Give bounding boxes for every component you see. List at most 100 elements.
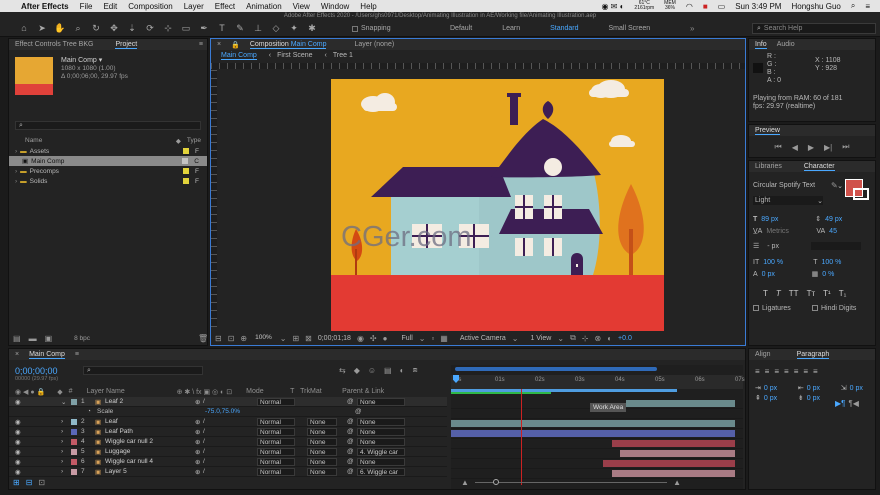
- justify-right-icon[interactable]: ≡: [803, 367, 808, 376]
- zoom-in-icon[interactable]: ▲: [673, 478, 681, 487]
- next-frame-icon[interactable]: ▶|: [824, 143, 832, 152]
- trkmat-dropdown[interactable]: None: [307, 457, 337, 466]
- zoom-slider[interactable]: ▲ ▲: [461, 478, 681, 487]
- faux-bold-icon[interactable]: T: [763, 289, 768, 298]
- indent-left-value[interactable]: 0 px: [764, 385, 798, 392]
- mode-dropdown[interactable]: Normal: [257, 457, 295, 466]
- prev-frame-icon[interactable]: ◀: [792, 143, 798, 152]
- tab-preview[interactable]: Preview: [755, 127, 780, 135]
- snapping-checkbox[interactable]: [352, 25, 358, 32]
- views-dropdown[interactable]: 1 View: [530, 335, 551, 342]
- mode-dropdown[interactable]: Normal: [257, 467, 295, 476]
- font-size-value[interactable]: 89 px: [761, 216, 801, 223]
- menu-layer[interactable]: Layer: [184, 2, 204, 11]
- resolution-dropdown[interactable]: Full: [401, 335, 412, 342]
- temp-readout[interactable]: 61°C 2161rpm: [634, 1, 654, 11]
- parent-dropdown[interactable]: None: [357, 427, 405, 436]
- stroke-color-swatch[interactable]: [853, 188, 869, 200]
- zoom-out-icon[interactable]: ▲: [461, 478, 469, 487]
- tracking-value[interactable]: 45: [829, 228, 837, 235]
- stroke-style-dropdown[interactable]: [811, 242, 862, 250]
- mode-dropdown[interactable]: Normal: [257, 397, 295, 406]
- tab-project[interactable]: Project: [115, 41, 138, 49]
- layer-name[interactable]: Leaf Path: [105, 428, 195, 435]
- layer-row[interactable]: ◉ › 2 ▣ Leaf ⊕ / Normal None @ None: [9, 417, 447, 427]
- tsume-value[interactable]: 0 %: [822, 271, 834, 278]
- panel-menu-icon[interactable]: ≡: [75, 351, 79, 358]
- workspace-default[interactable]: Default: [450, 25, 472, 32]
- layer-row[interactable]: ◉ ⌄ 1 ▣ Leaf 2 ⊕ / Normal @ None: [9, 397, 447, 407]
- justify-center-icon[interactable]: ≡: [794, 367, 799, 376]
- new-comp-icon[interactable]: ▣: [45, 334, 53, 343]
- home-icon[interactable]: ⌂: [18, 22, 30, 34]
- snapping-toggle[interactable]: Snapping: [352, 25, 391, 32]
- rectangle-tool-icon[interactable]: ▭: [180, 22, 192, 34]
- always-preview-icon[interactable]: ⊟: [215, 334, 222, 343]
- menu-edit[interactable]: Edit: [103, 2, 117, 11]
- pickwhip-icon[interactable]: @: [347, 468, 357, 475]
- search-icon[interactable]: ⌕: [851, 1, 855, 11]
- time-navigator[interactable]: [455, 367, 657, 371]
- layer-name[interactable]: Layer 5: [105, 468, 195, 475]
- label-swatch[interactable]: [71, 428, 77, 435]
- disclosure-icon[interactable]: ⌄: [61, 398, 71, 406]
- col-parent[interactable]: Parent & Link: [342, 388, 384, 395]
- switches-icons[interactable]: ⊕ ✱ \ fx ▣ ◎ ◐ ⊡: [177, 388, 233, 396]
- layer-track[interactable]: [451, 449, 743, 459]
- menu-animation[interactable]: Animation: [246, 2, 282, 11]
- camera-dropdown[interactable]: Active Camera: [460, 335, 506, 342]
- quality-switch-icon[interactable]: /: [203, 468, 225, 475]
- quality-switch-icon[interactable]: /: [203, 448, 225, 455]
- close-icon[interactable]: ×: [15, 351, 19, 358]
- brush-tool-icon[interactable]: ✎: [234, 22, 246, 34]
- superscript-icon[interactable]: T¹: [823, 289, 831, 298]
- property-value[interactable]: -75.0,75.0%: [205, 408, 275, 415]
- leading-value[interactable]: 49 px: [825, 216, 842, 223]
- snapshot-icon[interactable]: ◉: [357, 334, 364, 343]
- graph-editor-icon[interactable]: ⧈: [412, 365, 417, 375]
- layer-track[interactable]: [451, 429, 743, 439]
- mode-dropdown[interactable]: Normal: [257, 417, 295, 426]
- bpc-label[interactable]: 8 bpc: [74, 335, 90, 342]
- vertical-ruler[interactable]: [211, 69, 217, 327]
- show-snapshot-icon[interactable]: ✣: [370, 334, 377, 343]
- exposure-icon[interactable]: ◐: [607, 334, 612, 343]
- label-swatch[interactable]: [71, 468, 77, 475]
- menu-effect[interactable]: Effect: [215, 2, 235, 11]
- comp-viewer[interactable]: [331, 79, 664, 332]
- user-name[interactable]: Hongshu Guo: [791, 2, 840, 11]
- visibility-icon[interactable]: ◉: [15, 438, 27, 446]
- stroke-width-value[interactable]: - px: [767, 243, 801, 250]
- faux-italic-icon[interactable]: T: [776, 289, 781, 298]
- layer-row[interactable]: ◉ › 4 ▣ Wiggle car null 2 ⊕ / Normal None @ None: [9, 437, 447, 447]
- trash-icon[interactable]: 🗑: [198, 334, 208, 343]
- status-icons[interactable]: ◉ ✉ ◐: [601, 2, 624, 11]
- tab-libraries[interactable]: Libraries: [755, 163, 782, 170]
- menu-file[interactable]: File: [80, 2, 93, 11]
- shy-switch-icon[interactable]: ⊕: [195, 418, 203, 426]
- label-swatch[interactable]: [183, 178, 190, 184]
- chevron-down-icon[interactable]: ⌄: [512, 334, 519, 343]
- trkmat-dropdown[interactable]: None: [307, 417, 337, 426]
- layer-search-input[interactable]: ⌕: [83, 366, 203, 375]
- layer-row[interactable]: ◉ › 7 ▣ Layer 5 ⊕ / Normal None @6. Wiggle car: [9, 467, 447, 477]
- tab-info[interactable]: Info: [755, 41, 767, 49]
- search-help-field[interactable]: ⌕ Search Help: [752, 23, 876, 34]
- mode-dropdown[interactable]: Normal: [257, 447, 295, 456]
- layer-row[interactable]: ◉ › 5 ▣ Luggage ⊕ / Normal None @4. Wiggle car: [9, 447, 447, 457]
- quality-switch-icon[interactable]: /: [203, 458, 225, 465]
- shy-switch-icon[interactable]: ⊕: [195, 398, 203, 406]
- breadcrumb-main-comp[interactable]: Main Comp: [221, 52, 257, 60]
- reset-exposure-icon[interactable]: ⊗: [594, 334, 601, 343]
- disclosure-icon[interactable]: ›: [61, 468, 71, 475]
- col-type[interactable]: Type: [187, 137, 201, 144]
- chevron-down-icon[interactable]: ⌄: [557, 334, 564, 343]
- eraser-tool-icon[interactable]: ◇: [270, 22, 282, 34]
- motion-blur-icon[interactable]: ◐: [400, 366, 405, 375]
- av-switches-icon[interactable]: ◉ ◀ ● 🔒: [15, 388, 45, 396]
- disclosure-icon[interactable]: ›: [15, 148, 17, 155]
- vertical-scale-value[interactable]: 100 %: [763, 259, 803, 266]
- anchor-tool-icon[interactable]: ⊹: [162, 22, 174, 34]
- layer-name[interactable]: Leaf: [105, 418, 195, 425]
- align-left-icon[interactable]: ≡: [755, 367, 760, 376]
